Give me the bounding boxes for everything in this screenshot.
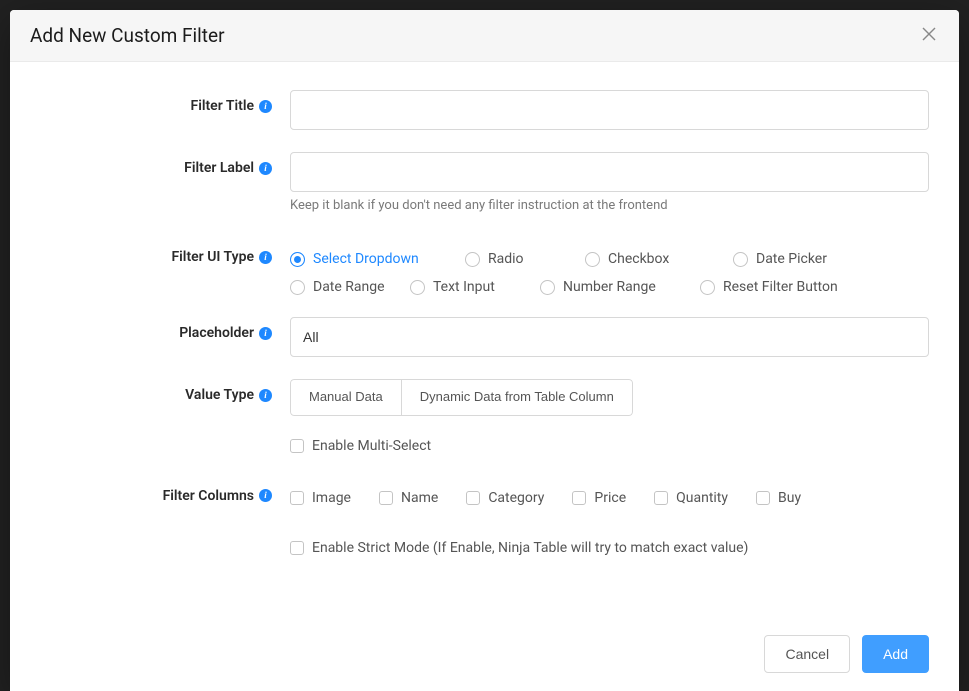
label-text: Filter Label	[184, 160, 254, 176]
row-multi-select: Enable Multi-Select	[40, 438, 929, 454]
label-multi-select-spacer	[40, 438, 290, 446]
info-icon[interactable]: i	[259, 327, 272, 340]
filter-column-buy[interactable]: Buy	[756, 490, 801, 506]
radio-label: Select Dropdown	[313, 251, 419, 267]
ui-type-option-date-picker[interactable]: Date Picker	[733, 251, 873, 267]
checkbox-label: Image	[312, 490, 351, 506]
multi-select-checkbox[interactable]	[290, 439, 304, 453]
label-placeholder: Placeholder i	[40, 317, 290, 341]
ui-type-option-date-range[interactable]: Date Range	[290, 279, 390, 295]
strict-mode-checkbox-row[interactable]: Enable Strict Mode (If Enable, Ninja Tab…	[290, 540, 929, 556]
ui-type-option-select[interactable]: Select Dropdown	[290, 251, 445, 267]
modal-header: Add New Custom Filter	[10, 10, 959, 62]
checkbox-input[interactable]	[379, 491, 393, 505]
ui-type-option-number-range[interactable]: Number Range	[540, 279, 680, 295]
row-filter-label: Filter Label i Keep it blank if you don'…	[40, 152, 929, 213]
checkbox-input[interactable]	[654, 491, 668, 505]
modal-body: Filter Title i Filter Label i Keep it bl…	[10, 62, 959, 621]
add-button[interactable]: Add	[862, 635, 929, 673]
radio-input[interactable]	[540, 280, 555, 295]
checkbox-label: Enable Strict Mode (If Enable, Ninja Tab…	[312, 540, 748, 556]
filter-column-name[interactable]: Name	[379, 490, 438, 506]
label-filter-columns: Filter Columns i	[40, 488, 290, 504]
ui-type-option-text-input[interactable]: Text Input	[410, 279, 520, 295]
close-icon	[922, 27, 936, 44]
checkbox-label: Buy	[778, 490, 801, 506]
filter-columns-group: Image Name Category Price	[290, 488, 929, 506]
info-icon[interactable]: i	[259, 251, 272, 264]
filter-title-input[interactable]	[290, 90, 929, 130]
radio-label: Checkbox	[608, 251, 669, 267]
label-text: Filter Columns	[163, 488, 254, 504]
checkbox-label: Price	[594, 490, 626, 506]
checkbox-input[interactable]	[572, 491, 586, 505]
label-ui-type: Filter UI Type i	[40, 247, 290, 265]
radio-input[interactable]	[410, 280, 425, 295]
row-ui-type: Filter UI Type i Select Dropdown Radio	[40, 247, 929, 295]
checkbox-input[interactable]	[756, 491, 770, 505]
placeholder-input[interactable]	[290, 317, 929, 357]
row-filter-title: Filter Title i	[40, 90, 929, 130]
multi-select-checkbox-row[interactable]: Enable Multi-Select	[290, 438, 929, 454]
label-filter-label: Filter Label i	[40, 152, 290, 176]
checkbox-label: Quantity	[676, 490, 728, 506]
filter-label-input[interactable]	[290, 152, 929, 192]
label-text: Value Type	[185, 387, 254, 403]
ui-type-radio-group: Select Dropdown Radio Checkbox Date Pick…	[290, 247, 929, 295]
label-text: Filter UI Type	[171, 249, 254, 265]
info-icon[interactable]: i	[259, 389, 272, 402]
radio-label: Reset Filter Button	[723, 279, 838, 295]
radio-label: Text Input	[433, 279, 495, 295]
ui-type-option-reset-button[interactable]: Reset Filter Button	[700, 279, 838, 295]
info-icon[interactable]: i	[259, 162, 272, 175]
radio-label: Number Range	[563, 279, 656, 295]
label-text: Placeholder	[179, 325, 254, 341]
value-type-dynamic[interactable]: Dynamic Data from Table Column	[402, 379, 633, 416]
label-text: Filter Title	[191, 98, 255, 114]
filter-label-help: Keep it blank if you don't need any filt…	[290, 198, 929, 213]
label-filter-title: Filter Title i	[40, 90, 290, 114]
row-value-type: Value Type i Manual Data Dynamic Data fr…	[40, 379, 929, 416]
filter-column-quantity[interactable]: Quantity	[654, 490, 728, 506]
modal-footer: Cancel Add	[10, 621, 959, 691]
checkbox-input[interactable]	[290, 491, 304, 505]
label-value-type: Value Type i	[40, 379, 290, 403]
radio-input[interactable]	[733, 252, 748, 267]
close-button[interactable]	[919, 26, 939, 46]
checkbox-label: Enable Multi-Select	[312, 438, 431, 454]
filter-column-image[interactable]: Image	[290, 490, 351, 506]
info-icon[interactable]: i	[259, 489, 272, 502]
checkbox-label: Category	[488, 490, 544, 506]
ui-type-option-radio[interactable]: Radio	[465, 251, 565, 267]
filter-column-category[interactable]: Category	[466, 490, 544, 506]
radio-label: Date Picker	[756, 251, 827, 267]
add-filter-modal: Add New Custom Filter Filter Title i Fil…	[10, 10, 959, 691]
cancel-button[interactable]: Cancel	[764, 635, 850, 673]
radio-label: Date Range	[313, 279, 385, 295]
filter-column-price[interactable]: Price	[572, 490, 626, 506]
radio-input[interactable]	[700, 280, 715, 295]
value-type-segment: Manual Data Dynamic Data from Table Colu…	[290, 379, 633, 416]
modal-title: Add New Custom Filter	[30, 24, 225, 47]
radio-label: Radio	[488, 251, 524, 267]
row-filter-columns: Filter Columns i Image Name Category	[40, 488, 929, 506]
radio-input[interactable]	[290, 252, 305, 267]
checkbox-input[interactable]	[466, 491, 480, 505]
radio-input[interactable]	[465, 252, 480, 267]
checkbox-label: Name	[401, 490, 438, 506]
info-icon[interactable]: i	[259, 100, 272, 113]
row-placeholder: Placeholder i	[40, 317, 929, 357]
radio-input[interactable]	[585, 252, 600, 267]
strict-mode-checkbox[interactable]	[290, 541, 304, 555]
radio-input[interactable]	[290, 280, 305, 295]
value-type-manual[interactable]: Manual Data	[290, 379, 402, 416]
row-strict-mode: Enable Strict Mode (If Enable, Ninja Tab…	[40, 540, 929, 556]
label-strict-mode-spacer	[40, 540, 290, 548]
ui-type-option-checkbox[interactable]: Checkbox	[585, 251, 713, 267]
